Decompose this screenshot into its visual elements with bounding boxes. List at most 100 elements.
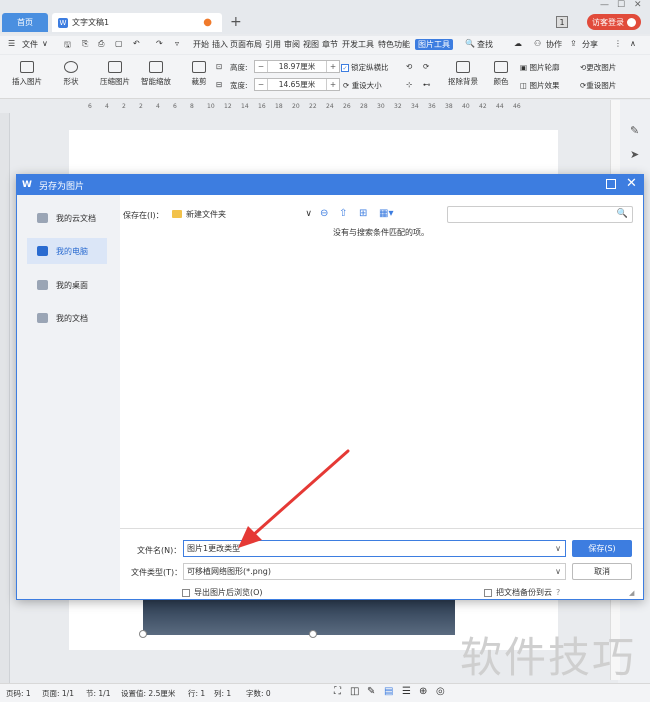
- status-word-count[interactable]: 字数: 0: [246, 688, 271, 699]
- redo-icon[interactable]: ↷: [156, 39, 163, 48]
- filetype-select[interactable]: 可移植网络图形(*.png) ∨: [183, 563, 566, 580]
- kebab-icon[interactable]: ⋮: [614, 39, 622, 48]
- checkbox-box[interactable]: [484, 588, 492, 597]
- minimize-icon[interactable]: —: [600, 0, 609, 10]
- remove-bg-button[interactable]: 抠除背景: [440, 61, 486, 87]
- outline-button[interactable]: ▣ 图片轮廓: [520, 62, 559, 73]
- web-view-icon[interactable]: ⊕: [419, 686, 427, 697]
- folder-select[interactable]: 新建文件夹 ∨: [169, 206, 315, 222]
- resize-grip-icon[interactable]: ◢: [629, 589, 634, 597]
- menu-insert[interactable]: 插入: [212, 39, 228, 50]
- menu-features[interactable]: 特色功能: [378, 39, 410, 50]
- compress-button[interactable]: 压缩图片: [97, 61, 133, 87]
- search-input[interactable]: 🔍: [447, 206, 633, 223]
- sidebar-item-documents[interactable]: 我的文档: [27, 305, 107, 331]
- print-preview-icon[interactable]: ▢: [115, 39, 123, 48]
- collab-button[interactable]: 协作: [546, 39, 562, 50]
- select-cursor-icon[interactable]: ➤: [630, 148, 639, 161]
- cloud-icon[interactable]: ☁: [514, 39, 522, 48]
- height-value[interactable]: 18.97厘米: [267, 61, 327, 72]
- more-icon[interactable]: ▿: [175, 39, 179, 48]
- menu-chapter[interactable]: 章节: [322, 39, 338, 50]
- menu-file[interactable]: 文件: [22, 39, 38, 50]
- hamburger-icon[interactable]: ☰: [8, 39, 15, 48]
- wrap-icon[interactable]: ⊷: [423, 80, 431, 89]
- width-stepper[interactable]: − 14.65厘米 +: [254, 78, 340, 91]
- crop-button[interactable]: 裁剪: [184, 61, 214, 87]
- color-button[interactable]: 颜色: [488, 61, 514, 87]
- dialog-title-bar[interactable]: W 另存为图片: [17, 175, 643, 195]
- outline-view-icon[interactable]: ☰: [402, 686, 411, 697]
- dialog-maximize-icon[interactable]: [606, 179, 616, 189]
- menu-start[interactable]: 开始: [193, 39, 209, 50]
- browse-after-export-checkbox[interactable]: 导出图片后浏览(O): [182, 587, 263, 598]
- up-folder-icon[interactable]: ⇧: [339, 208, 347, 219]
- pen-mode-icon[interactable]: ✎: [367, 686, 375, 697]
- height-minus-button[interactable]: −: [255, 62, 267, 71]
- chevron-down-icon[interactable]: ∨: [555, 544, 561, 553]
- menu-picture-tools[interactable]: 图片工具: [415, 39, 453, 50]
- close-window-icon[interactable]: ✕: [634, 0, 642, 10]
- smart-scale-button[interactable]: 智能缩放: [137, 61, 175, 87]
- fullscreen-icon[interactable]: ⛶: [334, 686, 341, 697]
- save-icon[interactable]: 🖫: [64, 39, 71, 53]
- save-button[interactable]: 保存(S): [572, 540, 632, 557]
- menu-view[interactable]: 视图: [303, 39, 319, 50]
- page-view-icon[interactable]: ▤: [384, 686, 393, 697]
- resize-handle[interactable]: [139, 630, 147, 638]
- selected-picture[interactable]: [143, 600, 455, 635]
- edit-pen-icon[interactable]: ✎: [630, 124, 639, 137]
- maximize-icon[interactable]: ☐: [617, 0, 625, 10]
- reset-size-button[interactable]: ⟳ 重设大小: [343, 80, 382, 91]
- cancel-button[interactable]: 取消: [572, 563, 632, 580]
- export-icon[interactable]: ⎘: [82, 39, 88, 49]
- backup-cloud-checkbox[interactable]: 把文档备份到云 ?: [484, 587, 560, 598]
- read-mode-icon[interactable]: ◫: [350, 686, 359, 697]
- undo-icon[interactable]: ↶: [133, 39, 140, 48]
- login-button[interactable]: 访客登录: [587, 14, 641, 30]
- height-icon: ⊡: [216, 62, 223, 71]
- tab-document[interactable]: W 文字文稿1 ●: [52, 13, 222, 32]
- resize-handle[interactable]: [309, 630, 317, 638]
- share-button[interactable]: 分享: [582, 39, 598, 50]
- shape-button[interactable]: 形状: [56, 61, 86, 87]
- unsaved-dot-icon: ●: [203, 17, 212, 28]
- width-minus-button[interactable]: −: [255, 80, 267, 89]
- effect-button[interactable]: ◫ 图片效果: [520, 80, 559, 91]
- align-icon[interactable]: ⊹: [406, 80, 412, 89]
- sidebar-item-cloud[interactable]: 我的云文档: [27, 205, 107, 231]
- menu-devtools[interactable]: 开发工具: [342, 39, 374, 50]
- checkbox-box[interactable]: [182, 588, 190, 597]
- new-folder-icon[interactable]: ⊞: [359, 208, 367, 219]
- menu-search[interactable]: 查找: [477, 39, 493, 50]
- change-picture-button[interactable]: ⟲更改图片: [580, 62, 616, 73]
- width-value[interactable]: 14.65厘米: [267, 79, 327, 90]
- window-count-badge[interactable]: 1: [556, 16, 568, 28]
- menu-reference[interactable]: 引用: [265, 39, 281, 50]
- insert-picture-button[interactable]: 插入图片: [6, 61, 48, 87]
- collapse-ribbon-icon[interactable]: ∧: [630, 39, 636, 48]
- menu-review[interactable]: 审阅: [284, 39, 300, 50]
- eye-protect-icon[interactable]: ◎: [436, 686, 445, 697]
- add-tab-button[interactable]: +: [230, 14, 242, 30]
- view-menu-icon[interactable]: ▦▾: [379, 208, 393, 219]
- help-icon[interactable]: ?: [556, 588, 560, 597]
- lock-ratio-checkbox[interactable]: ✓ 锁定纵横比: [341, 62, 389, 73]
- tab-home[interactable]: 首页: [2, 13, 48, 32]
- rotate-icon[interactable]: ⟲: [406, 62, 412, 71]
- back-icon[interactable]: ⊖: [320, 208, 328, 219]
- height-stepper[interactable]: − 18.97厘米 +: [254, 60, 340, 73]
- sidebar-item-computer[interactable]: 我的电脑: [27, 238, 107, 264]
- width-plus-button[interactable]: +: [327, 80, 339, 89]
- horizontal-ruler[interactable]: 6 4 2 2 4 6 8 10 12 14 16 18 20 22 24 26 28 30 32 34 36 38 40 4…: [0, 100, 610, 113]
- height-plus-button[interactable]: +: [327, 62, 339, 71]
- search-icon[interactable]: 🔍: [465, 39, 475, 48]
- vertical-ruler[interactable]: [0, 113, 10, 683]
- sidebar-item-desktop[interactable]: 我的桌面: [27, 272, 107, 298]
- flip-icon[interactable]: ⟳: [423, 62, 429, 71]
- menu-layout[interactable]: 页面布局: [230, 39, 262, 50]
- reset-picture-button[interactable]: ⟳重设图片: [580, 80, 616, 91]
- status-page-number[interactable]: 页码: 1: [6, 688, 31, 699]
- print-icon[interactable]: ⎙: [98, 39, 104, 49]
- dialog-close-icon[interactable]: ✕: [626, 176, 637, 191]
